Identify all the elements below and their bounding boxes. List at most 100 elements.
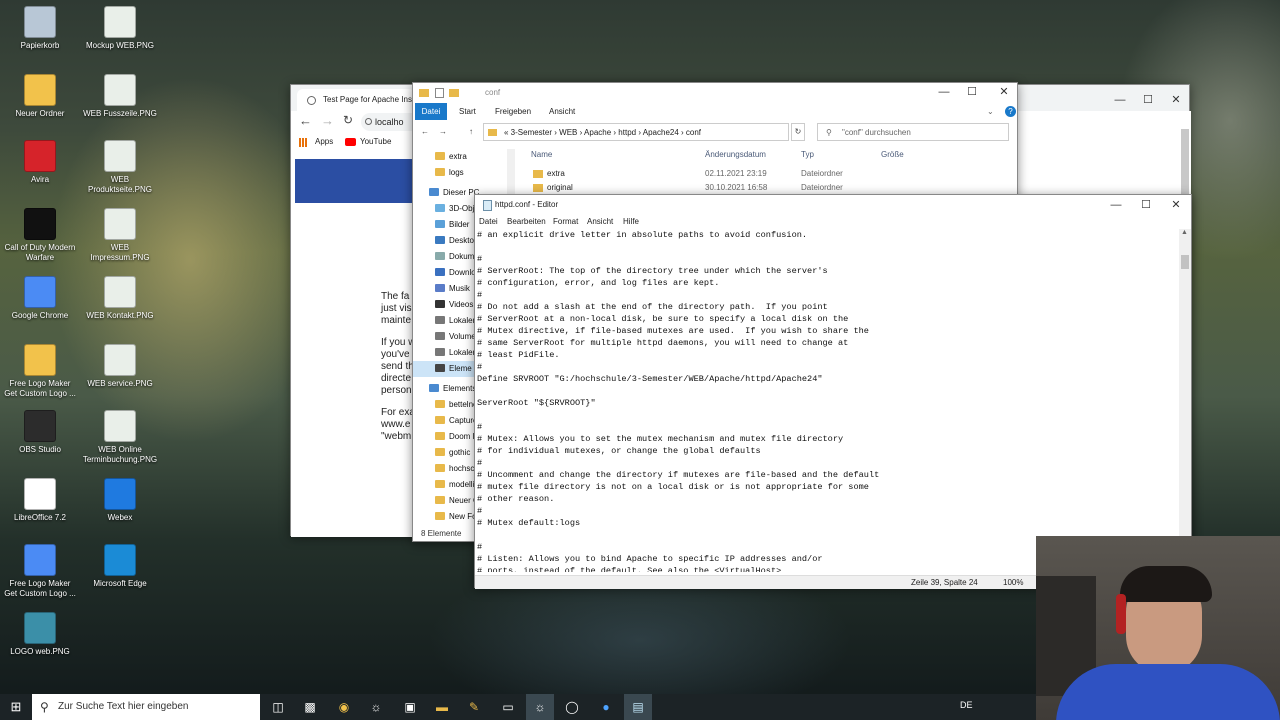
tree-item[interactable]: Lokaler bbox=[413, 313, 475, 329]
tree-item[interactable]: Dokume bbox=[413, 249, 479, 265]
desktop-icon[interactable]: LibreOffice 7.2 bbox=[2, 478, 78, 523]
start-button[interactable]: ⊞ bbox=[2, 694, 30, 720]
browser-tab[interactable]: Test Page for Apache Insta bbox=[297, 89, 415, 111]
breadcrumb-item[interactable]: conf bbox=[686, 128, 701, 137]
desktop-icon[interactable]: WEB Produktseite.PNG bbox=[82, 140, 158, 195]
tree-item[interactable]: gothic bbox=[413, 445, 470, 461]
breadcrumb-item[interactable]: Apache24 bbox=[643, 128, 679, 137]
tree-item[interactable]: Bilder bbox=[413, 217, 469, 233]
editor-scrollbar[interactable]: ▲ bbox=[1179, 229, 1191, 572]
taskbar-app-icon[interactable]: ▣ bbox=[396, 694, 424, 720]
desktop-icon[interactable]: WEB Kontakt.PNG bbox=[82, 276, 158, 321]
refresh-icon[interactable]: ↻ bbox=[791, 123, 805, 141]
ribbon-tab-ansicht[interactable]: Ansicht bbox=[549, 103, 575, 121]
ribbon-tab-datei[interactable]: Datei bbox=[415, 103, 447, 120]
tree-item[interactable]: Elements bbox=[413, 381, 476, 397]
taskbar-chrome-icon[interactable]: ◉ bbox=[330, 694, 358, 720]
column-size[interactable]: Größe bbox=[881, 147, 904, 163]
browser-maximize-button[interactable]: ☐ bbox=[1133, 89, 1163, 111]
help-icon[interactable]: ? bbox=[1005, 106, 1016, 117]
taskbar-notepad-icon[interactable]: ▤ bbox=[624, 694, 652, 720]
browser-close-button[interactable]: ✕ bbox=[1161, 89, 1191, 111]
desktop-icon[interactable]: Mockup WEB.PNG bbox=[82, 6, 158, 51]
browser-minimize-button[interactable]: — bbox=[1105, 89, 1135, 111]
desktop-icon[interactable]: WEB Fusszeile.PNG bbox=[82, 74, 158, 119]
forward-arrow-icon[interactable]: → bbox=[439, 123, 447, 141]
desktop-icon[interactable]: LOGO web.PNG bbox=[2, 612, 78, 657]
desktop-icon[interactable]: Microsoft Edge bbox=[82, 544, 158, 589]
desktop-icon[interactable]: OBS Studio bbox=[2, 410, 78, 455]
taskbar-editor-app-icon[interactable]: ✎ bbox=[460, 694, 488, 720]
taskbar-explorer-icon[interactable]: ▬ bbox=[428, 694, 456, 720]
desktop-icon[interactable]: Papierkorb bbox=[2, 6, 78, 51]
column-date[interactable]: Änderungsdatum bbox=[705, 147, 766, 163]
taskbar-steam-icon[interactable]: ☼ bbox=[362, 694, 390, 720]
desktop-icon[interactable]: Webex bbox=[82, 478, 158, 523]
ribbon-tab-start[interactable]: Start bbox=[459, 103, 476, 121]
desktop-icon[interactable]: WEB Online Terminbuchung.PNG bbox=[82, 410, 158, 465]
desktop-icon[interactable]: Free Logo Maker Get Custom Logo ... bbox=[2, 344, 78, 399]
tree-item[interactable]: Neuer O bbox=[413, 493, 479, 509]
taskbar-terminal-icon[interactable]: ▩ bbox=[296, 694, 324, 720]
file-row[interactable]: original 30.10.2021 16:58 Dateiordner bbox=[523, 181, 1017, 195]
tree-item[interactable]: extra bbox=[413, 149, 467, 165]
apps-icon[interactable] bbox=[299, 138, 308, 147]
ribbon-expand-icon[interactable]: ⌄ bbox=[987, 103, 994, 121]
editor-minimize-button[interactable]: — bbox=[1101, 194, 1131, 216]
editor-menu-item[interactable]: Hilfe bbox=[623, 215, 639, 229]
editor-close-button[interactable]: ✕ bbox=[1161, 194, 1191, 216]
explorer-minimize-button[interactable]: — bbox=[929, 81, 959, 103]
tree-item[interactable]: bettelne bbox=[413, 397, 477, 413]
tree-item[interactable]: Doom Et bbox=[413, 429, 480, 445]
breadcrumb-item[interactable]: 3-Semester bbox=[511, 128, 552, 137]
desktop-icon[interactable]: Call of Duty Modern Warfare bbox=[2, 208, 78, 263]
breadcrumb-overflow-icon[interactable]: « bbox=[504, 128, 511, 137]
desktop-icon[interactable]: Free Logo Maker Get Custom Logo ... bbox=[2, 544, 78, 599]
tree-item[interactable]: Musik bbox=[413, 281, 470, 297]
taskbar-obs-icon[interactable]: ◯ bbox=[558, 694, 586, 720]
forward-icon[interactable]: → bbox=[321, 113, 334, 128]
taskbar-webex-icon[interactable]: ● bbox=[592, 694, 620, 720]
editor-window[interactable]: httpd.conf - Editor — ☐ ✕ Datei Bearbeite… bbox=[474, 194, 1192, 589]
editor-menu-item[interactable]: Datei bbox=[479, 215, 498, 229]
editor-text-area[interactable]: # an explicit drive letter in absolute p… bbox=[477, 229, 1177, 572]
taskbar-folder-icon[interactable]: ▭ bbox=[494, 694, 522, 720]
ribbon-tab-freigeben[interactable]: Freigeben bbox=[495, 103, 531, 121]
editor-menu-item[interactable]: Bearbeiten bbox=[507, 215, 546, 229]
reload-icon[interactable]: ↻ bbox=[343, 113, 353, 127]
tree-item[interactable]: modelli bbox=[413, 477, 474, 493]
desktop-icon[interactable]: Avira bbox=[2, 140, 78, 185]
editor-maximize-button[interactable]: ☐ bbox=[1131, 194, 1161, 216]
task-view-icon[interactable]: ◫ bbox=[264, 694, 292, 720]
scroll-up-icon[interactable]: ▲ bbox=[1181, 229, 1188, 236]
tree-item[interactable]: Videos bbox=[413, 297, 473, 313]
taskbar-active-steam-icon[interactable]: ☼ bbox=[526, 694, 554, 720]
taskbar-search-input[interactable]: ⚲ Zur Suche Text hier eingeben bbox=[32, 694, 260, 720]
tree-item[interactable]: Downlo bbox=[413, 265, 476, 281]
tree-item[interactable]: Capture bbox=[413, 413, 477, 429]
breadcrumb-item[interactable]: Apache bbox=[584, 128, 611, 137]
file-row[interactable]: extra 02.11.2021 23:19 Dateiordner bbox=[523, 167, 1017, 181]
tree-item[interactable]: Volume bbox=[413, 329, 476, 345]
desktop-icon[interactable]: Neuer Ordner bbox=[2, 74, 78, 119]
scroll-thumb[interactable] bbox=[1181, 255, 1189, 269]
explorer-maximize-button[interactable]: ☐ bbox=[957, 81, 987, 103]
explorer-close-button[interactable]: ✕ bbox=[989, 81, 1019, 103]
tree-item[interactable]: New Fo bbox=[413, 509, 477, 525]
tree-item[interactable]: Desktop bbox=[413, 233, 478, 249]
desktop-icon[interactable]: WEB Impressum.PNG bbox=[82, 208, 158, 263]
editor-menu-item[interactable]: Format bbox=[553, 215, 578, 229]
back-arrow-icon[interactable]: ← bbox=[421, 123, 429, 141]
tree-item[interactable]: Lokaler bbox=[413, 345, 475, 361]
browser-scrollbar[interactable] bbox=[1181, 129, 1189, 199]
bookmark-youtube[interactable]: YouTube bbox=[360, 133, 391, 151]
tree-item[interactable]: hochsch bbox=[413, 461, 479, 477]
breadcrumb-item[interactable]: WEB bbox=[559, 128, 577, 137]
up-arrow-icon[interactable]: ↑ bbox=[469, 123, 473, 141]
language-indicator[interactable]: DE bbox=[960, 700, 973, 710]
desktop-icon[interactable]: Google Chrome bbox=[2, 276, 78, 321]
tree-item[interactable]: logs bbox=[413, 165, 464, 181]
desktop-icon[interactable]: WEB service.PNG bbox=[82, 344, 158, 389]
column-type[interactable]: Typ bbox=[801, 147, 814, 163]
column-name[interactable]: Name bbox=[531, 147, 552, 163]
